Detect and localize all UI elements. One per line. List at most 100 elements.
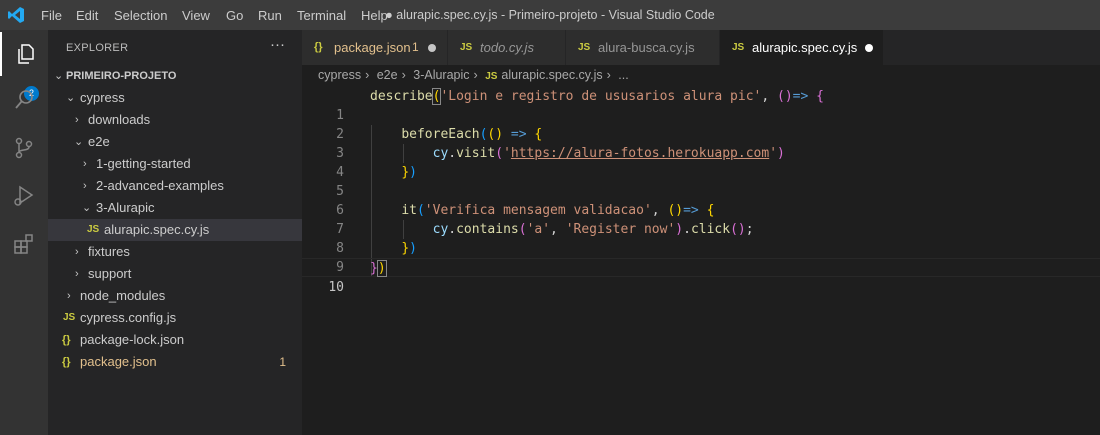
tree-folder-node-modules[interactable]: › node_modules	[48, 285, 302, 307]
tree-file-cypress-config[interactable]: JS cypress.config.js	[48, 307, 302, 329]
breadcrumb-item[interactable]: e2e	[377, 68, 398, 82]
search-icon	[15, 90, 33, 109]
project-folder[interactable]: ⌄ PRIMEIRO-PROJETO	[48, 65, 302, 87]
code-token: describe	[370, 89, 433, 104]
breadcrumb-item[interactable]: ...	[618, 68, 628, 82]
files-icon	[18, 44, 34, 64]
chevron-right-icon: ›	[75, 114, 79, 126]
chevron-right-icon: ›	[75, 268, 79, 280]
json-file-icon: {}	[62, 356, 71, 368]
json-file-icon: {}	[62, 334, 71, 346]
unsaved-dot-icon[interactable]	[865, 44, 873, 52]
code-line: 5 })	[302, 163, 1100, 199]
chevron-right-icon: ›	[83, 158, 87, 170]
tree-label: package.json	[80, 354, 157, 369]
code-line: 1 describe('Login e registro de ususario…	[302, 87, 1100, 123]
code-editor[interactable]: 1 describe('Login e registro de ususario…	[302, 87, 1100, 435]
code-token: cy	[432, 146, 449, 161]
tab-alura-busca[interactable]: JS alura-busca.cy.js	[566, 30, 720, 65]
js-file-icon: JS	[578, 42, 591, 53]
tree-label: 3-Alurapic	[96, 200, 155, 215]
run-debug-icon	[14, 185, 34, 206]
code-token: click	[690, 222, 731, 237]
tree-folder-e2e[interactable]: ⌄ e2e	[48, 131, 302, 153]
tree-folder-cypress[interactable]: ⌄ cypress	[48, 87, 302, 109]
project-label: PRIMEIRO-PROJETO	[66, 70, 177, 82]
code-token: 'Verifica mensagem validacao'	[424, 203, 652, 218]
breadcrumb-item[interactable]: cypress	[318, 68, 361, 82]
code-token: 'Login e registro de ususarios alura pic…	[440, 89, 762, 104]
tree-label: alurapic.spec.cy.js	[104, 222, 210, 237]
tab-todo[interactable]: JS todo.cy.js	[448, 30, 566, 65]
tree-label: node_modules	[80, 288, 166, 303]
unsaved-dot-icon[interactable]	[428, 44, 436, 52]
code-line: 3 beforeEach(() => {	[302, 125, 1100, 161]
tree-label: cypress.config.js	[80, 310, 177, 325]
tab-label: alurapic.spec.cy.js	[752, 40, 858, 55]
code-token: '	[769, 146, 778, 161]
tree-file-alurapic-spec[interactable]: JS alurapic.spec.cy.js	[48, 219, 302, 241]
tree-file-package-json[interactable]: {} package.json 1	[48, 351, 302, 373]
tab-problem-badge: 1	[412, 40, 419, 54]
extensions-button[interactable]	[0, 222, 48, 266]
more-actions-icon[interactable]: ···	[270, 36, 285, 53]
breadcrumb: cypress › e2e › 3-Alurapic › JS alurapic.spe…	[318, 68, 633, 82]
tree-folder-3-alurapic[interactable]: ⌄ 3-Alurapic	[48, 197, 302, 219]
run-debug-button[interactable]	[0, 174, 48, 218]
code-line-current: 10 })	[302, 258, 1100, 295]
chevron-right-icon: ›	[401, 68, 406, 82]
code-line: 2	[302, 106, 1100, 142]
chevron-right-icon: ›	[67, 290, 71, 302]
code-token: cy	[432, 222, 449, 237]
js-file-icon: JS	[87, 224, 100, 235]
tree-label: cypress	[80, 90, 125, 105]
code-line: 8 cy.contains('a', 'Register now').click…	[302, 220, 1100, 256]
breadcrumb-item[interactable]: 3-Alurapic	[413, 68, 469, 82]
code-line: 9 })	[302, 239, 1100, 275]
tree-folder-downloads[interactable]: › downloads	[48, 109, 302, 131]
code-token: 'a'	[526, 222, 551, 237]
code-token: contains	[456, 222, 519, 237]
line-number: 10	[328, 280, 344, 295]
code-link[interactable]: https://alura-fotos.herokuapp.com	[511, 146, 769, 161]
tree-label: fixtures	[88, 244, 130, 259]
tab-package-json[interactable]: {} package.json 1	[302, 30, 448, 65]
tree-folder-fixtures[interactable]: › fixtures	[48, 241, 302, 263]
editor-tab-bar: {} package.json 1 JS todo.cy.js JS alura…	[302, 30, 1100, 65]
chevron-right-icon: ›	[75, 246, 79, 258]
breadcrumb-item[interactable]: alurapic.spec.cy.js	[501, 68, 602, 82]
tree-label: 2-advanced-examples	[96, 178, 224, 193]
js-file-icon: JS	[485, 71, 498, 82]
code-token: '	[503, 146, 511, 161]
explorer-sidebar: EXPLORER ··· ⌄ PRIMEIRO-PROJETO ⌄ cypres…	[48, 30, 302, 435]
chevron-right-icon: ›	[365, 68, 370, 82]
tab-label: package.json	[334, 40, 411, 55]
tree-file-package-lock[interactable]: {} package-lock.json	[48, 329, 302, 351]
search-button[interactable]	[0, 78, 48, 122]
code-token: 'Register now'	[565, 222, 676, 237]
tree-folder-2-advanced-examples[interactable]: › 2-advanced-examples	[48, 175, 302, 197]
json-file-icon: {}	[314, 41, 323, 53]
tree-label: 1-getting-started	[96, 156, 191, 171]
chevron-down-icon: ⌄	[74, 136, 84, 148]
tree-label: downloads	[88, 112, 151, 127]
tree-label: package-lock.json	[80, 332, 185, 347]
activity-bar: 2	[0, 30, 48, 435]
code-line: 6	[302, 182, 1100, 218]
tree-label: support	[88, 266, 132, 281]
chevron-down-icon: ⌄	[54, 70, 64, 82]
tab-alurapic-spec[interactable]: JS alurapic.spec.cy.js	[720, 30, 884, 65]
tab-label: todo.cy.js	[480, 40, 534, 55]
source-control-icon	[15, 137, 33, 159]
code-token: it	[401, 203, 417, 218]
tree-folder-1-getting-started[interactable]: › 1-getting-started	[48, 153, 302, 175]
explorer-button[interactable]	[0, 32, 48, 76]
js-file-icon: JS	[732, 42, 745, 53]
problem-count-badge: 1	[279, 355, 286, 369]
code-line: 7 it('Verifica mensagem validacao', ()=>…	[302, 201, 1100, 237]
tree-folder-support[interactable]: › support	[48, 263, 302, 285]
extensions-icon	[14, 234, 33, 254]
source-control-button[interactable]	[0, 126, 48, 170]
chevron-down-icon: ⌄	[82, 202, 92, 214]
window-title: ● alurapic.spec.cy.js - Primeiro-projeto…	[385, 8, 715, 22]
